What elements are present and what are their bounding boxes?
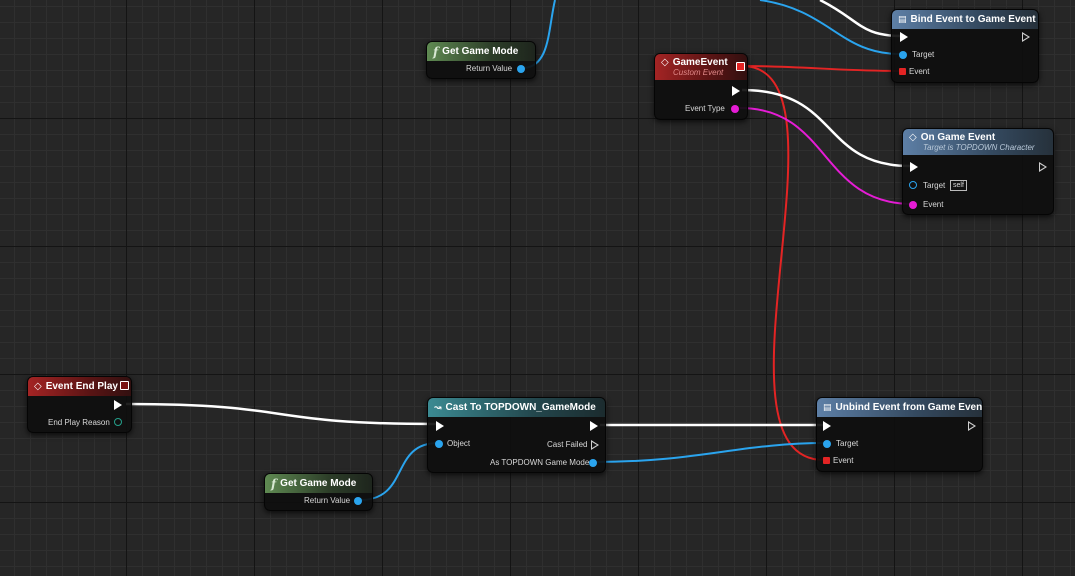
target-pin[interactable] <box>909 181 917 189</box>
cast-failed-pin[interactable] <box>591 440 599 450</box>
event-pin[interactable] <box>909 201 917 209</box>
node-title: Unbind Event from Game Event <box>835 402 983 413</box>
function-icon: f <box>433 44 439 59</box>
exec-in-pin[interactable] <box>436 421 444 431</box>
event-label: Event <box>923 200 944 209</box>
cast-failed-label: Cast Failed <box>547 440 588 449</box>
target-label: Target <box>912 50 935 59</box>
game-event-node[interactable]: ◇ GameEvent Custom Event Event Type <box>654 53 748 120</box>
exec-in-pin[interactable] <box>823 421 831 431</box>
wire-delegate-unbind <box>741 65 825 461</box>
cast-node[interactable]: ↝ Cast To TOPDOWN_GameMode Object Cast F… <box>427 397 606 473</box>
unbind-event-node[interactable]: ▤ Unbind Event from Game Event Target Ev… <box>816 397 983 472</box>
exec-out-pin[interactable] <box>1039 162 1047 172</box>
node-subtitle: Target is TOPDOWN Character <box>923 143 1035 152</box>
event-diamond-icon: ◇ <box>661 57 669 68</box>
node-title: Get Game Mode <box>442 46 519 57</box>
node-title: Event End Play <box>45 381 118 392</box>
event-type-label: Event Type <box>685 104 725 113</box>
target-pin[interactable] <box>823 440 831 448</box>
cast-arrows-icon: ↝ <box>434 402 442 412</box>
get-game-mode-node-bottom[interactable]: f Get Game Mode Return Value <box>264 473 373 511</box>
node-header: ▤ Unbind Event from Game Event <box>817 398 982 417</box>
object-label: Object <box>447 439 471 448</box>
return-value-pin[interactable] <box>354 497 362 505</box>
end-play-reason-pin[interactable] <box>114 418 122 426</box>
node-header: f Get Game Mode <box>427 42 535 61</box>
wire-offscreen-blue-2 <box>759 0 901 55</box>
bind-event-icon: ▤ <box>898 14 907 24</box>
wire-eventtype <box>739 107 913 205</box>
on-game-event-node[interactable]: ◇ On Game Event Target is TOPDOWN Charac… <box>902 128 1054 215</box>
return-value-label: Return Value <box>304 496 351 505</box>
wire-layer <box>125 0 913 501</box>
return-value-label: Return Value <box>466 64 513 73</box>
event-diamond-icon: ◇ <box>909 132 917 143</box>
as-topdown-game-mode-pin[interactable] <box>589 459 597 467</box>
node-title: GameEvent <box>672 57 728 68</box>
as-topdown-game-mode-label: As TOPDOWN Game Mode <box>490 458 590 467</box>
target-label: Target <box>923 181 946 190</box>
node-subtitle: Custom Event <box>673 68 724 77</box>
event-label: Event <box>909 67 930 76</box>
event-pin[interactable] <box>823 457 830 464</box>
exec-out-pin[interactable] <box>590 421 598 431</box>
node-header: ◇ On Game Event Target is TOPDOWN Charac… <box>903 129 1053 155</box>
delegate-out-pin[interactable] <box>120 381 129 390</box>
event-end-play-node[interactable]: ◇ Event End Play End Play Reason <box>27 376 132 433</box>
node-title: Get Game Mode <box>280 478 357 489</box>
wire-delegate-bind <box>741 65 903 72</box>
node-header: ▤ Bind Event to Game Event <box>892 10 1038 29</box>
exec-in-pin[interactable] <box>900 32 908 42</box>
node-header: ◇ GameEvent Custom Event <box>655 54 747 80</box>
node-title: Cast To TOPDOWN_GameMode <box>445 402 596 413</box>
wire-exec-ongame <box>741 88 911 168</box>
node-header: f Get Game Mode <box>265 474 372 493</box>
exec-out-pin[interactable] <box>1022 32 1030 42</box>
exec-out-pin[interactable] <box>114 400 122 410</box>
node-header: ↝ Cast To TOPDOWN_GameMode <box>428 398 605 417</box>
target-self-value[interactable]: self <box>950 180 967 191</box>
target-label: Target <box>836 439 859 448</box>
event-pin[interactable] <box>899 68 906 75</box>
wire-exec-endplay-cast <box>125 402 437 426</box>
event-diamond-icon: ◇ <box>34 381 42 392</box>
return-value-pin[interactable] <box>517 65 525 73</box>
target-pin[interactable] <box>899 51 907 59</box>
exec-out-pin[interactable] <box>732 86 740 96</box>
wire-cast-target <box>593 442 827 463</box>
node-title: Bind Event to Game Event <box>910 14 1036 25</box>
function-icon: f <box>271 476 277 491</box>
node-header: ◇ Event End Play <box>28 377 131 396</box>
exec-in-pin[interactable] <box>910 162 918 172</box>
event-label: Event <box>833 456 854 465</box>
exec-out-pin[interactable] <box>968 421 976 431</box>
end-play-reason-label: End Play Reason <box>48 418 110 427</box>
bind-event-icon: ▤ <box>823 402 832 412</box>
get-game-mode-node-top[interactable]: f Get Game Mode Return Value <box>426 41 536 79</box>
event-type-pin[interactable] <box>731 105 739 113</box>
bind-event-node[interactable]: ▤ Bind Event to Game Event Target Event <box>891 9 1039 83</box>
delegate-out-pin[interactable] <box>736 62 745 71</box>
object-pin[interactable] <box>435 440 443 448</box>
wire-offscreen-exec <box>819 0 903 38</box>
node-title: On Game Event <box>920 132 996 143</box>
